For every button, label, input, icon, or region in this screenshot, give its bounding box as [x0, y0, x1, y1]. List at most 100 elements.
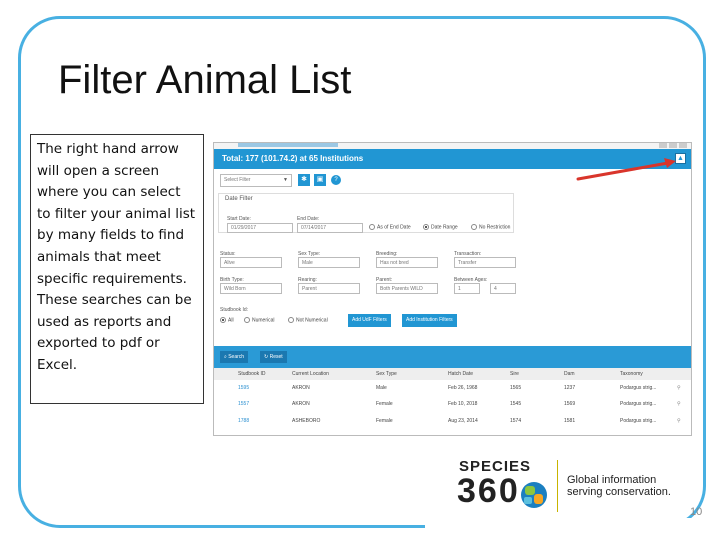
- gear-icon[interactable]: ✱: [298, 174, 310, 186]
- studbook-option-all-label: All: [228, 317, 234, 324]
- page-number: 10: [690, 506, 703, 518]
- age-to-input[interactable]: 4: [490, 283, 516, 294]
- table-cell: 1565: [510, 385, 522, 391]
- start-date-input[interactable]: 01/29/2017: [227, 223, 293, 233]
- chevron-down-icon: ▼: [283, 177, 288, 183]
- age-from-input[interactable]: 1: [454, 283, 480, 294]
- instruction-note: The right hand arrow will open a screen …: [30, 134, 204, 404]
- radio-icon: [288, 317, 294, 323]
- logo-tagline-line2: serving conservation.: [567, 486, 671, 498]
- animal-list-screenshot: Total: 177 (101.74.2) at 65 Institutions…: [213, 142, 692, 436]
- logo-tagline-line1: Global information: [567, 474, 657, 486]
- column-header[interactable]: Dam: [564, 371, 575, 377]
- reset-button-label: Reset: [269, 354, 283, 360]
- results-total: Total: 177 (101.74.2) at 65 Institutions: [222, 154, 364, 163]
- studbook-option-all[interactable]: All: [220, 317, 234, 323]
- status-select[interactable]: Alive: [220, 257, 282, 268]
- logo-number: 360: [457, 472, 520, 510]
- app-tab: [238, 143, 338, 147]
- date-option-range[interactable]: Date Range: [423, 224, 458, 230]
- add-udf-filters-button[interactable]: Add UdF Filters: [348, 314, 391, 327]
- studbook-id-link[interactable]: 1788: [238, 418, 249, 424]
- pin-icon[interactable]: ⚲: [677, 385, 681, 391]
- date-option-range-label: Date Range: [431, 224, 458, 231]
- sex-type-select[interactable]: Male: [298, 257, 360, 268]
- globe-icon: [521, 482, 547, 508]
- parent-select[interactable]: Both Parents WILD: [376, 283, 438, 294]
- pin-icon[interactable]: ⚲: [677, 401, 681, 407]
- results-table: Studbook ID Current Location Sex Type Ha…: [214, 368, 691, 435]
- transaction-select[interactable]: Transfer: [454, 257, 516, 268]
- studbook-id-link[interactable]: 1557: [238, 401, 249, 407]
- age-from-value: 1: [458, 286, 461, 292]
- slide-frame-gap: [425, 518, 715, 538]
- breeding-select[interactable]: Has not bred: [376, 257, 438, 268]
- studbook-option-not-numerical[interactable]: Not Numerical: [288, 317, 328, 323]
- table-cell: 1569: [564, 401, 576, 407]
- studbook-option-not-numerical-label: Not Numerical: [296, 317, 328, 324]
- table-cell: Podargus strig...: [620, 418, 657, 424]
- date-option-none[interactable]: No Restriction: [471, 224, 510, 230]
- filter-panel: Date Filter Start Date: 01/29/2017 End D…: [214, 191, 691, 346]
- table-cell: Podargus strig...: [620, 385, 657, 391]
- search-button[interactable]: ⌕ Search: [220, 351, 249, 363]
- parent-value: Both Parents WILD: [380, 286, 423, 292]
- studbook-id-link[interactable]: 1595: [238, 385, 249, 391]
- slide-title: Filter Animal List: [58, 58, 352, 102]
- rearing-value: Parent: [302, 286, 317, 292]
- reset-button[interactable]: ↻ Reset: [260, 351, 287, 363]
- column-header[interactable]: Hatch Date: [448, 371, 473, 377]
- column-header[interactable]: Sire: [510, 371, 519, 377]
- pin-icon[interactable]: ⚲: [677, 418, 681, 424]
- action-bar: ⌕ Search ↻ Reset: [214, 346, 691, 368]
- table-cell: ASHEBORO: [292, 418, 321, 424]
- table-cell: Feb 10, 2018: [448, 401, 478, 407]
- select-filter-placeholder: Select Filter: [224, 177, 251, 183]
- date-filter-box: Date Filter Start Date: 01/29/2017 End D…: [218, 193, 514, 233]
- save-icon[interactable]: ▣: [314, 174, 326, 186]
- date-filter-title: Date Filter: [225, 196, 253, 202]
- studbook-id-label: Studbook Id:: [220, 307, 249, 313]
- birth-type-select[interactable]: Wild Born: [220, 283, 282, 294]
- table-cell: Feb 26, 1968: [448, 385, 478, 391]
- logo-divider: [557, 460, 558, 512]
- column-header[interactable]: Taxonomy: [620, 371, 643, 377]
- add-institution-filters-button[interactable]: Add Institution Filters: [402, 314, 457, 327]
- select-filter-dropdown[interactable]: Select Filter ▼: [220, 174, 292, 187]
- breeding-value: Has not bred: [380, 260, 409, 266]
- table-cell: Female: [376, 401, 393, 407]
- rearing-select[interactable]: Parent: [298, 283, 360, 294]
- end-date-label: End Date:: [297, 216, 320, 222]
- studbook-option-numerical[interactable]: Numerical: [244, 317, 275, 323]
- radio-selected-icon: [423, 224, 429, 230]
- birth-type-value: Wild Born: [224, 286, 246, 292]
- table-cell: Podargus strig...: [620, 401, 657, 407]
- start-date-value: 01/29/2017: [231, 225, 257, 231]
- end-date-value: 07/14/2017: [301, 225, 327, 231]
- column-header[interactable]: Studbook ID: [238, 371, 266, 377]
- studbook-option-numerical-label: Numerical: [252, 317, 275, 324]
- table-cell: AKRON: [292, 385, 310, 391]
- search-button-label: Search: [228, 354, 245, 360]
- table-cell: Male: [376, 385, 387, 391]
- radio-selected-icon: [220, 317, 226, 323]
- start-date-label: Start Date:: [227, 216, 251, 222]
- column-header[interactable]: Current Location: [292, 371, 329, 377]
- status-value: Alive: [224, 260, 235, 266]
- help-icon[interactable]: ?: [331, 175, 341, 185]
- date-option-end-label: As of End Date: [377, 224, 411, 231]
- table-cell: 1574: [510, 418, 522, 424]
- date-option-end[interactable]: As of End Date: [369, 224, 411, 230]
- age-to-value: 4: [494, 286, 497, 292]
- table-header: Studbook ID Current Location Sex Type Ha…: [214, 368, 691, 380]
- table-cell: AKRON: [292, 401, 310, 407]
- column-header[interactable]: Sex Type: [376, 371, 397, 377]
- date-option-none-label: No Restriction: [479, 224, 511, 231]
- species360-logo: SPECIES 360 Global information serving c…: [455, 456, 685, 516]
- table-cell: Female: [376, 418, 393, 424]
- red-arrow-icon: [576, 158, 676, 181]
- radio-icon: [471, 224, 477, 230]
- transaction-value: Transfer: [458, 260, 477, 266]
- table-cell: 1237: [564, 385, 576, 391]
- end-date-input[interactable]: 07/14/2017: [297, 223, 363, 233]
